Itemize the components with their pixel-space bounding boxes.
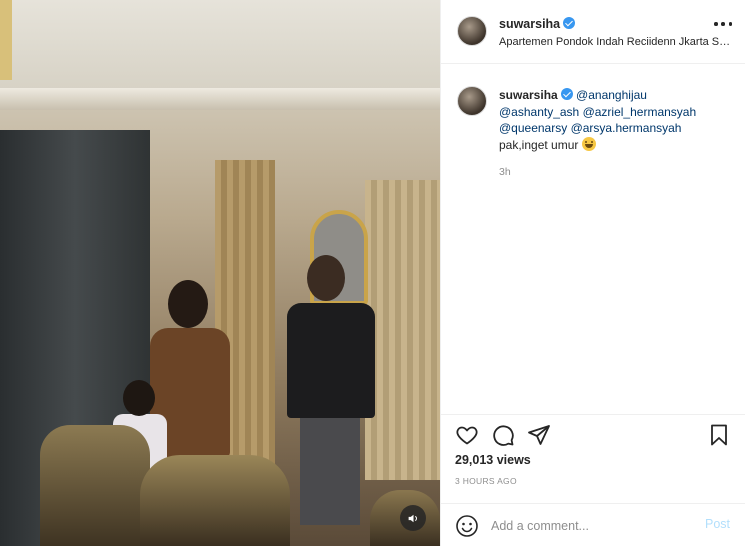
video-scene-ceiling <box>0 0 440 95</box>
add-comment-row: Post <box>441 503 745 546</box>
author-username-text[interactable]: suwarsiha <box>499 17 560 31</box>
paper-plane-icon <box>528 425 550 445</box>
post-comment-button[interactable]: Post <box>705 517 730 531</box>
post-header: suwarsiha Apartemen Pondok Indah Reciide… <box>441 0 745 64</box>
mention-link[interactable]: @arsya.hermansyah <box>571 121 682 135</box>
caption-timestamp[interactable]: 3h <box>499 166 511 178</box>
share-button[interactable] <box>527 423 551 447</box>
caption-text: suwarsiha @ananghijau @ashanty_ash @azri… <box>499 87 734 153</box>
save-button[interactable] <box>707 423 731 447</box>
caption-message: pak,inget umur <box>499 137 579 152</box>
post-location[interactable]: Apartemen Pondok Indah Reciidenn Jkarta … <box>499 36 731 48</box>
post-video[interactable] <box>0 0 440 546</box>
grinning-emoji-icon <box>581 136 596 151</box>
smiley-icon <box>456 515 478 537</box>
avatar[interactable] <box>457 16 487 46</box>
view-count[interactable]: 29,013 views <box>455 453 531 467</box>
verified-badge-icon <box>560 88 573 100</box>
verified-badge-icon <box>563 17 576 29</box>
mention-link[interactable]: @queenarsy <box>499 121 567 135</box>
post-actions: 29,013 views 3 HOURS AGO Post <box>441 414 745 546</box>
comment-icon <box>493 425 514 446</box>
caption-username[interactable]: suwarsiha <box>499 88 558 102</box>
mention-link[interactable]: @ananghijau <box>576 88 647 102</box>
emoji-picker-button[interactable] <box>455 514 479 538</box>
video-scene-cornice <box>0 88 440 110</box>
post-side-panel: suwarsiha Apartemen Pondok Indah Reciide… <box>440 0 745 546</box>
post-age[interactable]: 3 HOURS AGO <box>455 476 517 486</box>
comment-button[interactable] <box>491 423 515 447</box>
speaker-icon <box>408 514 417 522</box>
comment-input[interactable] <box>491 516 691 536</box>
video-scene-chair <box>40 425 150 546</box>
mention-link[interactable]: @azriel_hermansyah <box>583 105 697 119</box>
video-scene-chair <box>140 455 290 546</box>
sound-toggle-button[interactable] <box>400 505 426 531</box>
like-button[interactable] <box>455 423 479 447</box>
bookmark-icon <box>711 424 727 446</box>
heart-icon <box>456 426 478 445</box>
video-scene-lamp <box>0 0 12 80</box>
video-scene-boy <box>282 255 377 525</box>
more-options-icon[interactable] <box>714 22 732 30</box>
avatar[interactable] <box>457 86 487 116</box>
mention-link[interactable]: @ashanty_ash <box>499 105 579 119</box>
author-username[interactable]: suwarsiha <box>499 17 576 31</box>
